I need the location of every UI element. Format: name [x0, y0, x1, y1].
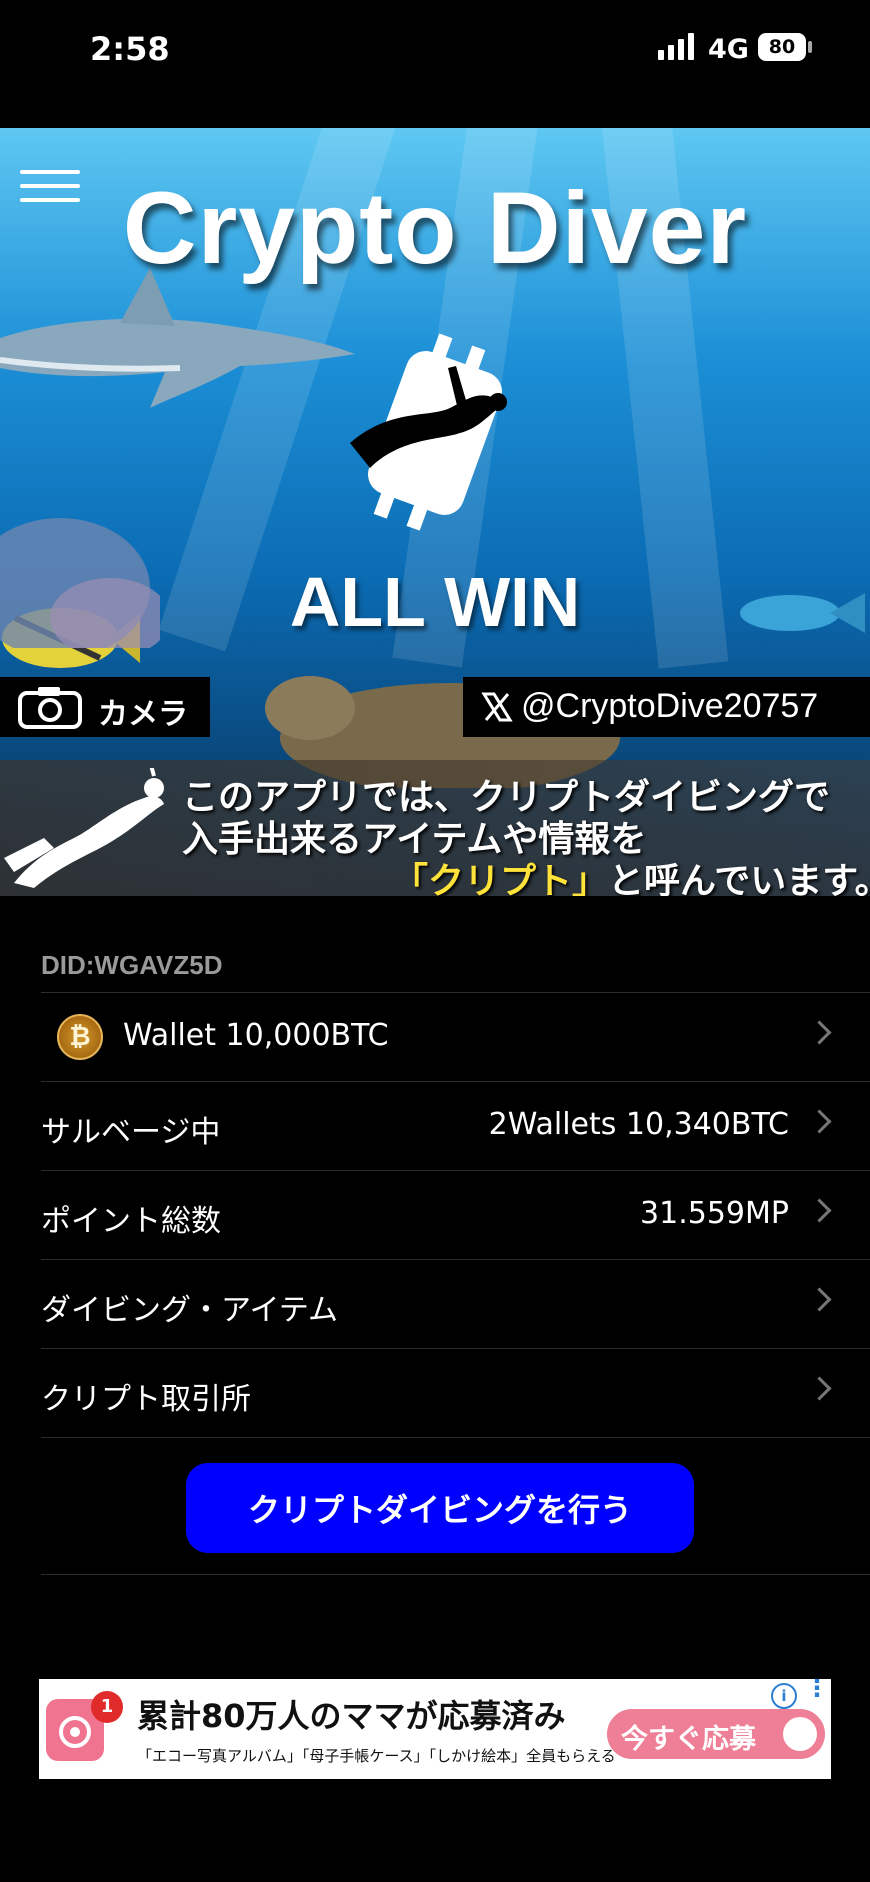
chevron-right-icon	[807, 1109, 832, 1134]
wallet-label: Wallet 10,000BTC	[123, 1018, 389, 1053]
salvage-row[interactable]: サルベージ中 2Wallets 10,340BTC	[41, 1081, 870, 1171]
battery-tip	[808, 41, 812, 53]
points-row[interactable]: ポイント総数 31.559MP	[41, 1170, 870, 1260]
app-title: Crypto Diver	[122, 171, 748, 285]
salvage-value: 2Wallets 10,340BTC	[488, 1107, 789, 1142]
info-text-line-3: 「クリプト」と呼んでいます。	[392, 852, 870, 896]
info-text-highlight: 「クリプト」	[392, 861, 609, 896]
wallet-row[interactable]: ₿ Wallet 10,000BTC	[41, 992, 870, 1082]
x-account-link[interactable]: @CryptoDive20757	[463, 677, 870, 737]
chevron-right-icon	[807, 1287, 832, 1312]
camera-label: カメラ	[98, 697, 188, 732]
bitcoin-diver-logo	[350, 333, 507, 531]
ad-subtext: 「エコー写真アルバム」「母子手帳ケース」「しかけ絵本」全員もらえる	[137, 1747, 616, 1765]
user-did: DID:WGAVZ5D	[41, 950, 223, 980]
start-crypto-dive-button[interactable]: クリプトダイビングを行う	[186, 1463, 694, 1553]
tagline: ALL WIN	[289, 563, 581, 641]
signal-icon	[658, 33, 694, 60]
crypto-exchange-label: クリプト取引所	[41, 1382, 251, 1417]
chevron-right-icon	[807, 1198, 832, 1223]
ad-cta-label: 今すぐ応募	[621, 1724, 756, 1755]
ad-headline: 累計80万人のママが応募済み	[137, 1697, 566, 1735]
points-label: ポイント総数	[41, 1204, 221, 1239]
section-divider	[41, 1574, 870, 1575]
camera-button[interactable]: カメラ	[0, 677, 210, 737]
info-text-rest: と呼んでいます。	[608, 861, 870, 896]
ad-cta-button[interactable]: 今すぐ応募	[607, 1709, 825, 1759]
bitcoin-coin-icon: ₿	[57, 1014, 103, 1060]
ad-info-icon[interactable]: i	[771, 1683, 797, 1709]
camera-lens-icon	[59, 1716, 91, 1748]
crypto-exchange-row[interactable]: クリプト取引所	[41, 1348, 870, 1438]
info-banner: このアプリでは、クリプトダイビングで 入手出来るアイテムや情報を 「クリプト」と…	[0, 760, 870, 896]
status-time: 2:58	[90, 30, 170, 68]
hero-banner: Crypto Diver ALL WIN カメラ @CryptoDive2075…	[0, 128, 870, 896]
x-logo-icon	[481, 692, 513, 722]
x-handle: @CryptoDive20757	[521, 687, 819, 725]
status-bar: 2:58 4G 80	[0, 0, 870, 100]
ad-notification-badge: 1	[91, 1691, 123, 1723]
ad-more-icon[interactable]: ⋮	[805, 1679, 829, 1700]
battery-icon: 80	[758, 33, 806, 61]
shark-illustration	[0, 268, 355, 408]
ad-cta-circle-icon	[783, 1717, 817, 1751]
chevron-right-icon	[807, 1376, 832, 1401]
points-value: 31.559MP	[640, 1196, 789, 1231]
network-type: 4G	[708, 34, 749, 65]
chevron-right-icon	[807, 1020, 832, 1045]
ad-banner[interactable]: 1 累計80万人のママが応募済み 「エコー写真アルバム」「母子手帳ケース」「しか…	[39, 1679, 831, 1779]
diver-silhouette-icon	[4, 768, 164, 888]
camera-icon	[18, 687, 82, 729]
diving-items-row[interactable]: ダイビング・アイテム	[41, 1259, 870, 1349]
salvage-label: サルベージ中	[41, 1115, 221, 1150]
list-divider	[41, 1437, 870, 1438]
diving-items-label: ダイビング・アイテム	[41, 1293, 338, 1328]
